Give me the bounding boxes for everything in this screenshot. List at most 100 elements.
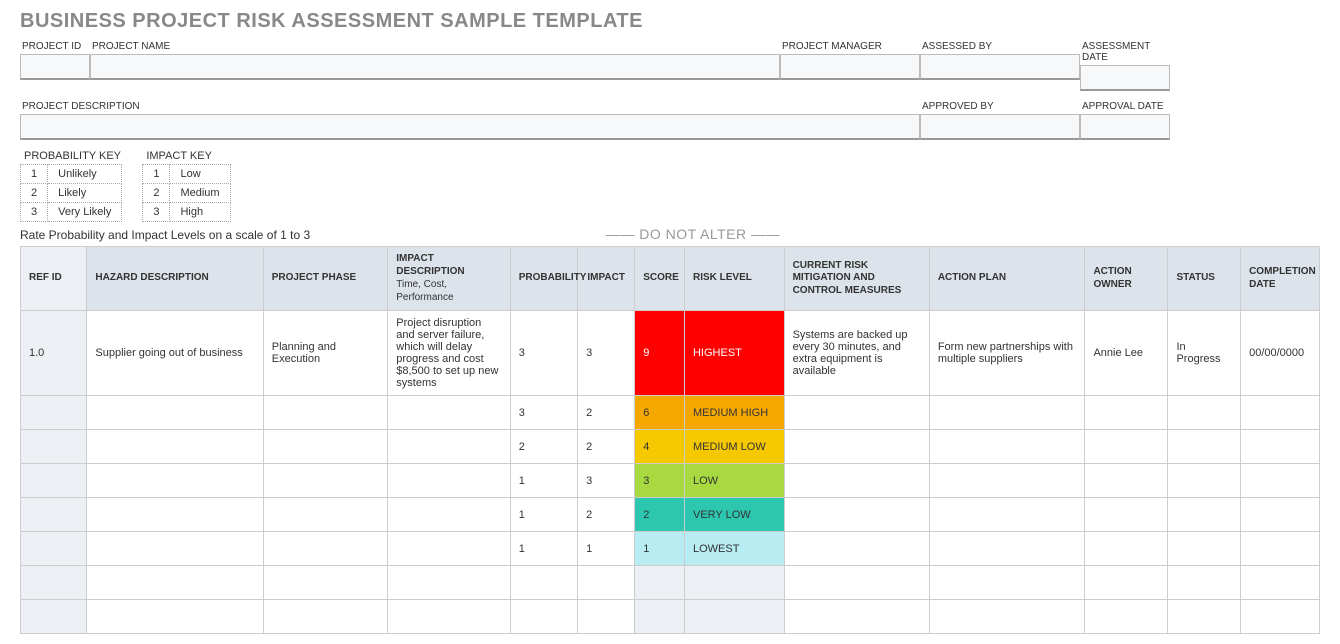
table-cell[interactable] [784,566,929,600]
table-cell[interactable] [1085,430,1168,464]
table-cell[interactable]: 3 [578,311,635,396]
table-cell[interactable] [388,498,510,532]
table-cell[interactable] [1241,498,1320,532]
table-cell[interactable]: In Progress [1168,311,1241,396]
table-cell[interactable]: Project disruption and server failure, w… [388,311,510,396]
table-cell[interactable]: 1 [510,464,577,498]
table-cell[interactable]: 2 [578,396,635,430]
table-cell[interactable] [388,566,510,600]
table-cell[interactable] [578,566,635,600]
table-cell[interactable]: 2 [510,430,577,464]
table-cell[interactable]: Supplier going out of business [87,311,263,396]
table-cell[interactable]: 9 [635,311,685,396]
table-cell[interactable] [263,396,388,430]
table-cell[interactable] [1085,498,1168,532]
table-cell[interactable] [635,566,685,600]
table-cell[interactable]: 6 [635,396,685,430]
table-cell[interactable]: 3 [635,464,685,498]
table-cell[interactable]: LOWEST [684,532,784,566]
table-cell[interactable] [21,532,87,566]
table-cell[interactable] [784,498,929,532]
table-cell[interactable] [1241,532,1320,566]
table-cell[interactable] [21,430,87,464]
table-cell[interactable]: 00/00/0000 [1241,311,1320,396]
table-cell[interactable] [21,498,87,532]
table-cell[interactable] [87,464,263,498]
table-cell[interactable] [263,498,388,532]
table-cell[interactable] [87,396,263,430]
table-cell[interactable]: 2 [578,498,635,532]
meta-input[interactable] [1080,114,1170,140]
table-cell[interactable] [1085,532,1168,566]
table-cell[interactable] [388,464,510,498]
table-cell[interactable] [21,464,87,498]
table-cell[interactable] [87,532,263,566]
table-cell[interactable] [929,532,1085,566]
table-cell[interactable] [388,532,510,566]
table-cell[interactable] [1085,566,1168,600]
meta-input[interactable] [90,54,780,80]
meta-input[interactable] [20,54,90,80]
table-cell[interactable] [1168,464,1241,498]
table-cell[interactable] [1168,396,1241,430]
table-cell[interactable]: 3 [510,311,577,396]
table-cell[interactable] [87,566,263,600]
table-cell[interactable] [784,430,929,464]
table-cell[interactable]: Planning and Execution [263,311,388,396]
table-cell[interactable] [1241,566,1320,600]
table-cell[interactable] [1085,464,1168,498]
table-cell[interactable]: 1 [510,498,577,532]
table-cell[interactable] [263,566,388,600]
table-cell[interactable] [784,532,929,566]
table-cell[interactable]: 2 [578,430,635,464]
table-cell[interactable]: MEDIUM LOW [684,430,784,464]
table-cell[interactable]: Annie Lee [1085,311,1168,396]
table-cell[interactable]: Systems are backed up every 30 minutes, … [784,311,929,396]
table-cell[interactable]: VERY LOW [684,498,784,532]
table-cell[interactable] [1085,396,1168,430]
table-cell[interactable]: 4 [635,430,685,464]
table-cell[interactable] [929,464,1085,498]
table-cell[interactable]: 1 [635,532,685,566]
table-cell[interactable] [388,430,510,464]
table-cell[interactable]: LOW [684,464,784,498]
table-cell[interactable] [1168,498,1241,532]
table-cell[interactable]: 1 [578,532,635,566]
table-cell[interactable]: 2 [635,498,685,532]
table-cell[interactable] [1241,430,1320,464]
table-cell[interactable] [684,566,784,600]
table-cell[interactable] [263,532,388,566]
table-cell[interactable] [929,498,1085,532]
table-cell[interactable] [784,464,929,498]
table-cell[interactable] [784,396,929,430]
meta-input[interactable] [920,54,1080,80]
table-cell[interactable]: Form new partnerships with multiple supp… [929,311,1085,396]
meta-input[interactable] [1080,65,1170,91]
table-cell[interactable] [1241,464,1320,498]
table-cell[interactable] [21,396,87,430]
table-cell[interactable]: 3 [510,396,577,430]
table-cell[interactable] [1168,430,1241,464]
table-cell[interactable] [929,430,1085,464]
table-cell[interactable] [263,430,388,464]
table-cell[interactable] [263,464,388,498]
table-cell[interactable]: 1 [510,532,577,566]
table-cell[interactable] [87,430,263,464]
table-cell[interactable] [510,566,577,600]
table-cell[interactable] [929,396,1085,430]
meta-input[interactable] [20,114,920,140]
table-cell[interactable] [1168,532,1241,566]
table-cell[interactable]: 1.0 [21,311,87,396]
meta-input[interactable] [920,114,1080,140]
table-cell[interactable] [929,566,1085,600]
table-cell[interactable]: MEDIUM HIGH [684,396,784,430]
table-cell[interactable] [1241,396,1320,430]
table-cell[interactable]: 3 [578,464,635,498]
table-cell[interactable] [388,396,510,430]
table-cell[interactable]: HIGHEST [684,311,784,396]
table-cell[interactable] [1168,566,1241,600]
meta-input[interactable] [780,54,920,80]
table-cell[interactable] [87,498,263,532]
table-cell[interactable] [21,566,87,600]
th-risk: RISK LEVEL [684,247,784,311]
